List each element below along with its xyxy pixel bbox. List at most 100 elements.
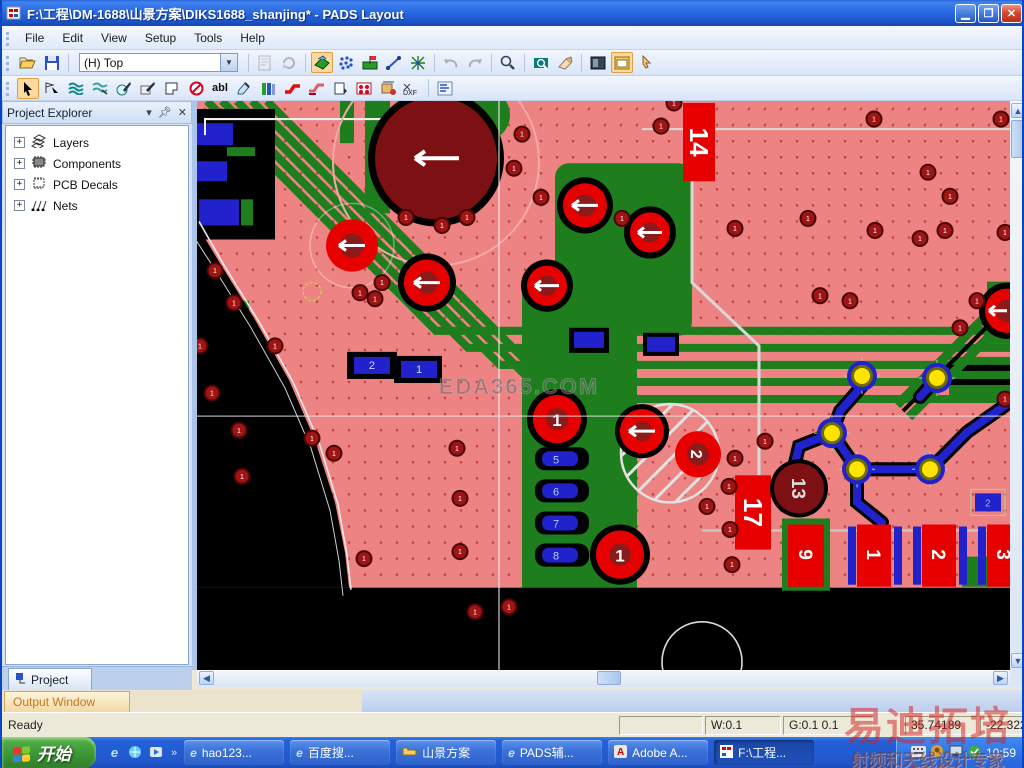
quick-launch-chevron-icon[interactable]: » [171, 747, 177, 759]
svg-text:1: 1 [943, 228, 947, 235]
decal-library-icon[interactable] [257, 78, 279, 99]
close-button[interactable]: ✕ [1001, 3, 1022, 23]
route-pen2-icon[interactable] [137, 78, 159, 99]
scroll-left-icon[interactable]: ◀ [199, 671, 214, 685]
select-flag-icon[interactable] [41, 78, 63, 99]
dxf-icon[interactable]: DXF [401, 78, 423, 99]
vertical-scrollbar[interactable]: ▲ ▼ [1010, 101, 1022, 670]
board-outline-icon[interactable] [161, 78, 183, 99]
tab-project[interactable]: Project [8, 668, 92, 690]
expand-icon[interactable]: + [14, 137, 25, 148]
menu-setup[interactable]: Setup [136, 28, 185, 48]
text-abl-icon[interactable]: abl [209, 78, 231, 99]
taskbar-item-baidu[interactable]: e 百度搜... [290, 740, 391, 765]
menu-view[interactable]: View [92, 28, 136, 48]
menu-tools[interactable]: Tools [185, 28, 231, 48]
tree-item-nets[interactable]: + Nets [6, 195, 188, 216]
pour-manager-icon[interactable] [311, 52, 333, 73]
svg-text:1: 1 [416, 364, 422, 376]
zoom-icon[interactable] [497, 52, 519, 73]
panel-pin-icon[interactable]: 📌︎ [158, 106, 172, 119]
svg-text:1: 1 [918, 236, 922, 243]
tab-output-window[interactable]: Output Window [4, 691, 130, 712]
pads-layout-window: F:\工程\DM-1688\山景方案\DIKS1688_shanjing* - … [0, 0, 1024, 768]
tree-item-layers[interactable]: + Layers [6, 132, 188, 153]
minimize-button[interactable]: ▁ [955, 3, 976, 23]
scroll-right-icon[interactable]: ▶ [993, 671, 1008, 685]
copper-pen-icon[interactable] [233, 78, 255, 99]
measure-icon[interactable] [383, 52, 405, 73]
tray-display-icon[interactable] [949, 745, 963, 760]
save-icon[interactable] [41, 52, 63, 73]
dimension-icon[interactable] [377, 78, 399, 99]
route-pen-icon[interactable] [113, 78, 135, 99]
eraser-icon[interactable] [554, 52, 576, 73]
toolbar1-grip[interactable] [6, 56, 9, 71]
refresh-icon[interactable] [278, 52, 300, 73]
tree-label[interactable]: Layers [53, 136, 89, 150]
svg-text:1: 1 [380, 280, 384, 287]
quick-launch-browser-icon[interactable] [127, 744, 144, 761]
taskbar-item-pads-help[interactable]: e PADS辅... [502, 740, 603, 765]
start-button[interactable]: 开始 [2, 737, 96, 768]
project-explorer-header[interactable]: Project Explorer ▾ 📌︎ ✕ [2, 101, 192, 124]
copy-paste-icon[interactable] [329, 78, 351, 99]
panel-splitter[interactable] [192, 101, 197, 670]
toolbar2-grip[interactable] [6, 82, 9, 97]
select-arrow-icon[interactable] [17, 77, 39, 99]
library-window-icon[interactable] [611, 52, 633, 73]
tree-label[interactable]: PCB Decals [53, 178, 118, 192]
menu-help[interactable]: Help [231, 28, 274, 48]
quick-launch-media-icon[interactable] [148, 744, 165, 761]
scroll-down-icon[interactable]: ▼ [1011, 653, 1022, 668]
taskbar-item-pads-layout[interactable]: F:\工程... [714, 740, 815, 765]
ratsnest-icon[interactable] [407, 52, 429, 73]
status-empty-box [619, 715, 703, 735]
taskbar-item-folder[interactable]: 山景方案 [396, 740, 497, 765]
pad-stacks-icon[interactable] [353, 78, 375, 99]
tree-item-pcb-decals[interactable]: + PCB Decals [6, 174, 188, 195]
tree-label[interactable]: Nets [53, 199, 78, 213]
scroll-up-icon[interactable]: ▲ [1011, 103, 1022, 118]
trace-red2-icon[interactable] [305, 78, 327, 99]
tree-label[interactable]: Components [53, 157, 121, 171]
board-flag-icon[interactable] [359, 52, 381, 73]
tray-keyboard-icon[interactable] [910, 745, 926, 760]
panel-menu-arrow-icon[interactable]: ▾ [146, 106, 152, 119]
menu-edit[interactable]: Edit [53, 28, 92, 48]
panel-close-icon[interactable]: ✕ [178, 106, 187, 119]
tray-clock[interactable]: 10:59 [986, 746, 1016, 760]
properties-icon[interactable] [254, 52, 276, 73]
horizontal-scroll-thumb[interactable] [597, 671, 621, 685]
menu-grip[interactable] [6, 32, 9, 46]
redo-icon[interactable] [464, 52, 486, 73]
route-sketch-icon[interactable] [89, 78, 111, 99]
board-zoom-icon[interactable] [530, 52, 552, 73]
layer-selector[interactable]: (H) Top ▼ [79, 53, 238, 72]
taskbar-item-adobe[interactable]: A Adobe A... [608, 740, 709, 765]
expand-icon[interactable]: + [14, 179, 25, 190]
tree-item-components[interactable]: + Components [6, 153, 188, 174]
taskbar-item-hao123[interactable]: e hao123... [184, 740, 285, 765]
undo-icon[interactable] [440, 52, 462, 73]
tray-update-icon[interactable] [968, 745, 981, 761]
expand-icon[interactable]: + [14, 158, 25, 169]
menu-file[interactable]: File [16, 28, 53, 48]
quick-launch-ie-icon[interactable]: e [106, 744, 123, 761]
title-bar[interactable]: F:\工程\DM-1688\山景方案\DIKS1688_shanjing* - … [2, 0, 1022, 26]
horizontal-scrollbar[interactable]: ◀ ▶ [197, 670, 1010, 687]
vertical-scroll-thumb[interactable] [1011, 120, 1022, 158]
help-pointer-icon[interactable] [635, 52, 657, 73]
project-explorer-icon[interactable] [587, 52, 609, 73]
keepout-icon[interactable] [185, 78, 207, 99]
list-properties-icon[interactable] [434, 78, 456, 99]
pcb-canvas[interactable]: 2 1 2 1 1 5 6 7 8 2 14 17 13 9 1 2 2 1 1… [188, 57, 1022, 703]
hatch-icon[interactable] [335, 52, 357, 73]
tray-app-icon[interactable] [930, 744, 944, 761]
restore-button[interactable]: ❐ [978, 3, 999, 23]
nets-icon [30, 197, 48, 214]
expand-icon[interactable]: + [14, 200, 25, 211]
trace-red-icon[interactable] [281, 78, 303, 99]
route-dynamic-icon[interactable] [65, 78, 87, 99]
open-file-icon[interactable] [17, 52, 39, 73]
